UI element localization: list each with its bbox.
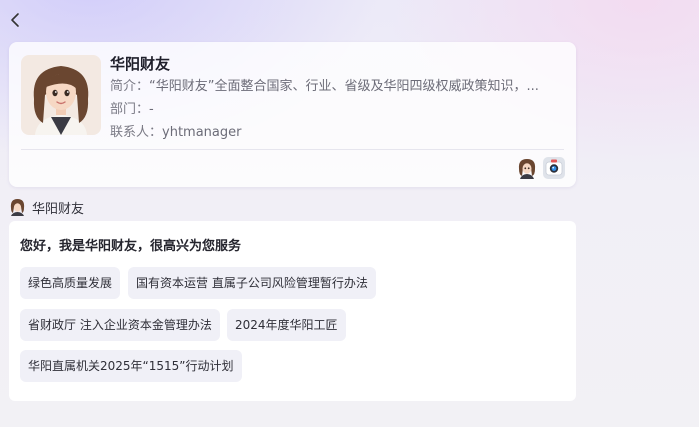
assistant-avatar-icon: [10, 199, 25, 216]
assistant-avatar-icon: [518, 159, 536, 179]
department-label: 部门：: [110, 102, 150, 117]
chevron-left-icon: [11, 13, 19, 27]
camera-button[interactable]: [542, 156, 566, 180]
message-sender: 华阳财友: [9, 197, 84, 217]
card-divider: [21, 149, 564, 150]
assistant-avatar-button[interactable]: [516, 157, 538, 179]
suggestion-chip[interactable]: 国有资本运营 直属子公司风险管理暂行办法: [128, 267, 376, 299]
suggestion-chip[interactable]: 绿色高质量发展: [20, 267, 121, 299]
intro-label: 简介：: [110, 79, 150, 94]
contact-label: 联系人：: [110, 125, 163, 140]
assistant-message-bubble: 您好，我是华阳财友，很高兴为您服务 绿色高质量发展 国有资本运营 直属子公司风险…: [9, 221, 576, 401]
back-button[interactable]: [6, 9, 26, 31]
suggestion-chip[interactable]: 2024年度华阳工匠: [227, 309, 346, 341]
contact-value: yhtmanager: [162, 125, 242, 140]
suggestion-chip[interactable]: 华阳直属机关2025年“1515”行动计划: [20, 350, 242, 382]
assistant-name: 华阳财友: [110, 55, 171, 73]
assistant-avatar-icon: [21, 55, 101, 135]
intro-text: “华阳财友”全面整合国家、行业、省级及华阳四级权威政策知识，...: [149, 79, 539, 94]
assistant-profile-card: 华阳财友 简介：“华阳财友”全面整合国家、行业、省级及华阳四级权威政策知识，..…: [9, 42, 576, 187]
department-value: -: [149, 102, 154, 117]
suggestion-chip[interactable]: 省财政厅 注入企业资本金管理办法: [20, 309, 220, 341]
intro-row: 简介：“华阳财友”全面整合国家、行业、省级及华阳四级权威政策知识，...: [110, 75, 566, 98]
department-row: 部门：-: [110, 98, 566, 121]
sender-name: 华阳财友: [32, 201, 85, 217]
camera-icon: [543, 157, 565, 179]
contact-row: 联系人：yhtmanager: [110, 121, 566, 144]
greeting-text: 您好，我是华阳财友，很高兴为您服务: [20, 239, 242, 254]
